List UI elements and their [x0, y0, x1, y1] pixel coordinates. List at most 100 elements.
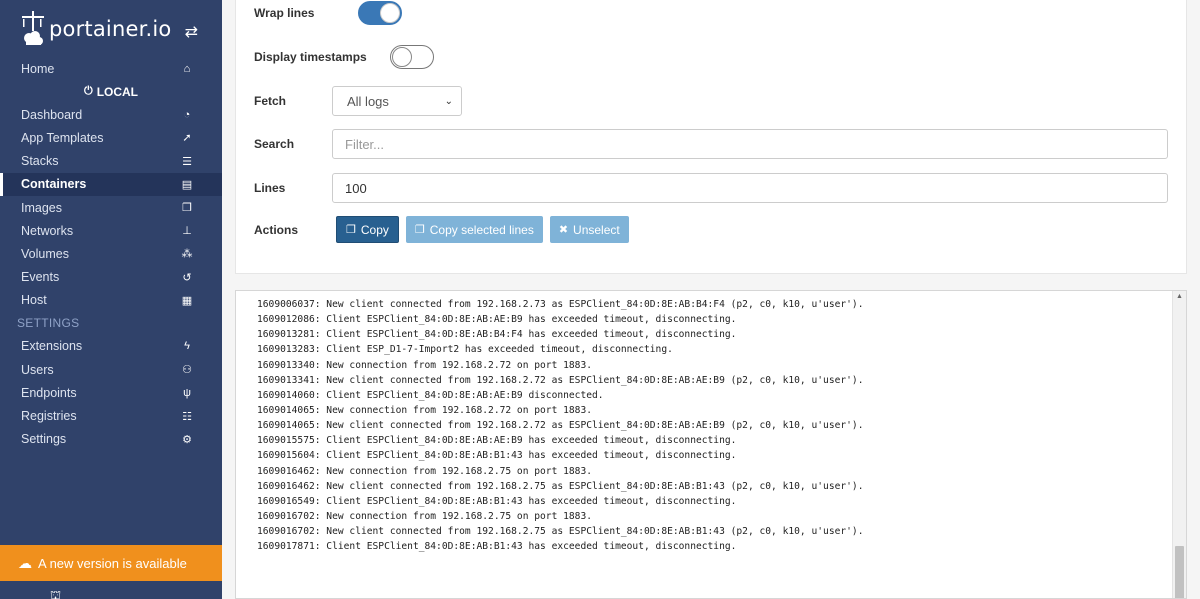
sidebar-item-label: Events — [21, 270, 60, 285]
sidebar-item-dashboard[interactable]: Dashboard ◔ — [0, 103, 222, 126]
sidebar-item-label: Stacks — [21, 154, 59, 169]
bolt-icon: ϟ — [184, 340, 190, 353]
log-line[interactable]: 1609012086: Client ESPClient_84:0D:8E:AB… — [257, 312, 863, 327]
endpoint-name: LOCAL — [96, 84, 139, 99]
chevron-down-icon: ⌄ — [444, 95, 453, 107]
copy-button-label: Copy — [360, 222, 389, 237]
plug-icon: ψ — [183, 386, 191, 399]
sidebar-item-stacks[interactable]: Stacks ☰ — [0, 150, 222, 173]
log-line[interactable]: 1609014065: New connection from 192.168.… — [257, 403, 863, 418]
sidebar-item-endpoints[interactable]: Endpoints ψ — [0, 381, 222, 404]
scroll-thumb[interactable] — [1175, 546, 1184, 598]
settings-section-title: SETTINGS — [17, 316, 80, 331]
history-icon: ↺ — [182, 271, 192, 284]
server-icon: ▤ — [181, 178, 193, 191]
fetch-label: Fetch — [254, 94, 287, 108]
log-line[interactable]: 1609013283: Client ESP_D1-7-Import2 has … — [257, 342, 863, 357]
sidebar-item-label: Images — [21, 200, 62, 215]
log-line[interactable]: 1609013281: Client ESPClient_84:0D:8E:AB… — [257, 327, 863, 342]
log-line[interactable]: 1609016702: New connection from 192.168.… — [257, 509, 863, 524]
log-line[interactable]: 1609017871: Client ESPClient_84:0D:8E:AB… — [257, 539, 863, 554]
cloud-download-icon: ☁ — [18, 554, 32, 571]
lines-label: Lines — [254, 181, 286, 195]
sidebar-nav: Home ⌂ ⏻ LOCAL Dashboard ◔ App Templates… — [0, 57, 222, 451]
cogs-icon: ⚙ — [182, 433, 192, 446]
scroll-up-icon[interactable]: ▲ — [1176, 293, 1183, 300]
search-input[interactable] — [332, 129, 1168, 159]
sidebar-item-containers[interactable]: Containers ▤ — [0, 172, 222, 197]
log-line[interactable]: 1609014060: Client ESPClient_84:0D:8E:AB… — [257, 388, 863, 403]
toggle-knob — [392, 47, 412, 67]
sidebar-item-label: Home — [21, 61, 55, 76]
log-line[interactable]: 1609014065: New client connected from 19… — [257, 418, 863, 433]
log-line[interactable]: 1609016702: New client connected from 19… — [257, 524, 863, 539]
sidebar-item-label: Host — [21, 293, 47, 308]
lines-row: Lines — [254, 173, 1168, 203]
fetch-select-value: All logs — [347, 93, 389, 109]
toggle-knob — [380, 3, 400, 23]
log-line[interactable]: 1609006037: New client connected from 19… — [257, 297, 863, 312]
log-line[interactable]: 1609013340: New connection from 192.168.… — [257, 358, 863, 373]
sidebar-item-settings[interactable]: Settings ⚙ — [0, 428, 222, 451]
sidebar-item-home[interactable]: Home ⌂ — [0, 57, 222, 80]
sidebar-item-label: Settings — [21, 432, 67, 447]
sidebar-item-label: Containers — [21, 177, 87, 192]
wrap-lines-toggle[interactable] — [358, 1, 402, 25]
update-banner-text: A new version is available — [38, 555, 187, 571]
database-icon: ☷ — [182, 410, 192, 423]
actions-row: Actions ❐ Copy ❐ Copy selected lines ✖ U… — [254, 216, 636, 243]
copy-selected-lines-button[interactable]: ❐ Copy selected lines — [405, 216, 543, 243]
sidebar: portainer.io ⇄ Home ⌂ ⏻ LOCAL Dashboard … — [0, 0, 222, 599]
log-viewer[interactable]: 1609006037: New client connected from 19… — [235, 290, 1187, 599]
fetch-select[interactable]: All logs ⌄ — [332, 86, 462, 116]
brand-name: portainer.io — [49, 16, 172, 41]
log-line[interactable]: 1609013341: New client connected from 19… — [257, 373, 863, 388]
portainer-logo[interactable]: portainer.io — [20, 10, 171, 48]
display-timestamps-label: Display timestamps — [254, 50, 367, 64]
lines-input[interactable] — [332, 173, 1168, 203]
log-line[interactable]: 1609016462: New connection from 192.168.… — [257, 464, 863, 479]
log-line[interactable]: 1609015575: Client ESPClient_84:0D:8E:AB… — [257, 433, 863, 448]
sidebar-item-events[interactable]: Events ↺ — [0, 266, 222, 289]
users-icon: ⚇ — [182, 364, 192, 377]
actions-label: Actions — [254, 222, 299, 237]
rocket-icon: ➚ — [182, 132, 192, 145]
sidebar-item-volumes[interactable]: Volumes ⁂ — [0, 242, 222, 265]
log-scrollbar[interactable]: ▲ — [1172, 291, 1186, 598]
sidebar-item-registries[interactable]: Registries ☷ — [0, 404, 222, 427]
sidebar-item-host[interactable]: Host ▦ — [0, 289, 222, 312]
log-line[interactable]: 1609015604: Client ESPClient_84:0D:8E:AB… — [257, 448, 863, 463]
sidebar-item-app-templates[interactable]: App Templates ➚ — [0, 126, 222, 149]
search-label: Search — [254, 137, 295, 151]
tachometer-icon: ◔ — [183, 108, 191, 121]
log-line[interactable] — [257, 291, 863, 297]
copy-icon: ❐ — [346, 224, 356, 236]
copy-button[interactable]: ❐ Copy — [336, 216, 399, 243]
wrap-lines-row: Wrap lines — [254, 1, 402, 25]
update-banner[interactable]: ☁ A new version is available — [0, 545, 222, 581]
sidebar-item-networks[interactable]: Networks ⊥ — [0, 219, 222, 242]
display-timestamps-toggle[interactable] — [390, 45, 434, 69]
search-row: Search — [254, 129, 1168, 159]
sidebar-item-label: Users — [21, 362, 54, 377]
log-line[interactable]: 1609016462: New client connected from 19… — [257, 479, 863, 494]
wrap-lines-label: Wrap lines — [254, 6, 315, 20]
crane-icon — [22, 10, 44, 45]
log-options-panel: Wrap lines Display timestamps Fetch All … — [235, 0, 1187, 274]
sidebar-item-extensions[interactable]: Extensions ϟ — [0, 335, 222, 358]
sidebar-item-users[interactable]: Users ⚇ — [0, 358, 222, 381]
sidebar-item-label: Endpoints — [21, 385, 77, 400]
endpoint-title: ⏻ LOCAL — [0, 80, 222, 103]
footer-logo-icon: ⛫ — [50, 588, 62, 599]
sidebar-item-label: Volumes — [21, 246, 69, 261]
swap-arrows-icon[interactable]: ⇄ — [185, 22, 198, 42]
unselect-button[interactable]: ✖ Unselect — [549, 216, 629, 243]
log-lines: 1609006037: New client connected from 19… — [257, 291, 863, 554]
brand: portainer.io ⇄ — [0, 0, 222, 57]
display-timestamps-row: Display timestamps — [254, 45, 434, 69]
sidebar-item-images[interactable]: Images ❐ — [0, 196, 222, 219]
sidebar-item-label: Networks — [21, 223, 74, 238]
log-line[interactable]: 1609016549: Client ESPClient_84:0D:8E:AB… — [257, 494, 863, 509]
copy-selected-lines-label: Copy selected lines — [429, 222, 534, 237]
fetch-row: Fetch All logs ⌄ — [254, 86, 462, 116]
